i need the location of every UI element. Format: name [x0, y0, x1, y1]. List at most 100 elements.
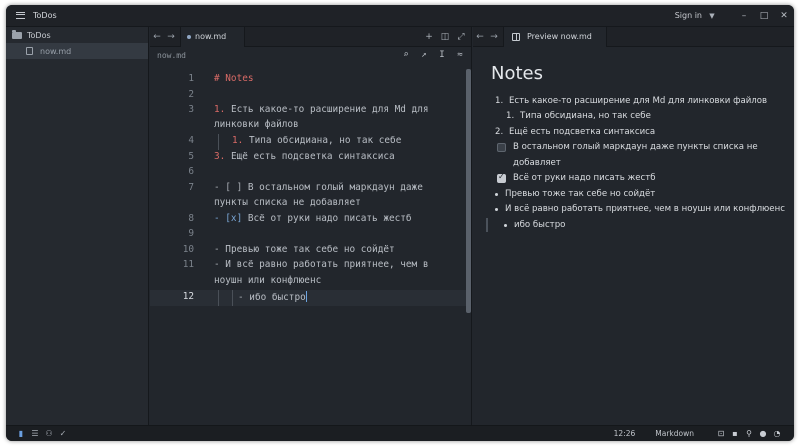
status-language[interactable]: Markdown: [655, 429, 694, 438]
bullet-icon: [504, 224, 507, 227]
line-number: 6: [188, 166, 194, 177]
file-path: now.md: [157, 50, 186, 60]
back-arrow-icon[interactable]: ←: [473, 32, 487, 42]
status-bar: ▮ ☰ ⚇ ✓ 12:26 Markdown ⊡ ▪ ⚲ ● ◔: [6, 425, 794, 441]
line-number: 1: [188, 73, 194, 84]
chevron-down-icon[interactable]: ▼: [706, 12, 718, 20]
expand-icon[interactable]: ⤢: [453, 32, 469, 42]
minimize-icon[interactable]: –: [734, 5, 754, 27]
preview-task-item: В остальном голый маркдаун даже пункты с…: [513, 142, 758, 152]
window-title: ToDos: [33, 11, 57, 20]
preview-task-item: Всё от руки надо писать жестб: [513, 173, 656, 183]
preview-bullet-item: И всё равно работать приятнее, чем в ноу…: [505, 204, 785, 214]
line-number: 4: [188, 135, 194, 146]
sidebar-folder-label: ToDos: [27, 30, 51, 40]
list-text: Типа обсидиана, но так себе: [243, 135, 402, 146]
users-icon[interactable]: ⚇: [42, 429, 56, 438]
bullet-icon: [495, 208, 498, 211]
task-checkbox-unchecked[interactable]: [497, 143, 506, 152]
book-open-icon: [512, 32, 520, 41]
close-icon[interactable]: ✕: [774, 5, 794, 27]
task-marker: - [ ]: [214, 182, 243, 193]
task-text: Всё от руки надо писать жестб: [242, 213, 412, 224]
current-line-highlight: [150, 290, 468, 306]
chat-icon[interactable]: ●: [756, 429, 770, 438]
sidebar-item-now-md[interactable]: now.md: [6, 43, 148, 59]
line-number: 10: [182, 244, 194, 255]
file-icon: [26, 47, 33, 55]
line-number: 3: [188, 104, 194, 115]
terminal-icon[interactable]: ⊡: [714, 429, 728, 438]
split-view-icon[interactable]: ◫: [437, 32, 453, 42]
tab-label: now.md: [195, 32, 227, 41]
line-number: 2: [188, 89, 194, 100]
open-external-icon[interactable]: ↗: [415, 50, 433, 60]
line-number-active: 12: [182, 291, 194, 302]
preview-tab-bar: ← → Preview now.md: [473, 26, 794, 47]
code-line-7b: пункты списка не добавляет: [214, 197, 361, 208]
text-cursor: [305, 291, 307, 302]
preview-list-item: Есть какое-то расширение для Md для линк…: [509, 96, 768, 106]
list-number: 1.: [214, 104, 226, 115]
indent-bar: [486, 218, 488, 232]
back-arrow-icon[interactable]: ←: [150, 32, 164, 42]
code-line-10: - Превью тоже так себе но сойдёт: [214, 244, 395, 255]
list-number: 1.: [232, 135, 244, 146]
editor-scrollbar[interactable]: [466, 69, 471, 313]
maximize-icon[interactable]: □: [754, 5, 774, 27]
indent-guide: [218, 134, 219, 150]
bullet-text: Превью тоже так себе но сойдёт: [219, 244, 395, 255]
editor-pane: ← → now.md + ◫ ⤢ now.md ⌕ ↗ I ≈ 1 2 3 4 …: [150, 26, 472, 425]
antenna-icon[interactable]: ⚲: [742, 429, 756, 438]
modified-dot-icon: [187, 34, 191, 39]
code-line-4: 1. Типа обсидиана, но так себе: [232, 135, 401, 146]
code-line-11b: ноушн или конфлюенс: [214, 275, 322, 286]
code-line-12: - ибо быстро: [238, 291, 307, 303]
task-text: В остальном голый маркдаун даже: [242, 182, 423, 193]
line-number: 5: [188, 151, 194, 162]
status-time: 12:26: [613, 429, 636, 438]
indent-guide: [218, 290, 219, 306]
line-number: 9: [188, 228, 194, 239]
code-line-7a: - [ ] В остальном голый маркдаун даже: [214, 182, 423, 193]
sidebar-folder-todos[interactable]: ToDos: [6, 27, 148, 43]
check-icon[interactable]: ✓: [56, 429, 70, 438]
sidebar-toggle-icon[interactable]: ▮: [14, 429, 28, 438]
bell-icon[interactable]: ◔: [770, 429, 784, 438]
settings-sliders-icon[interactable]: ≈: [451, 50, 469, 60]
indent-guide: [232, 290, 233, 306]
code-line-3b: линковки файлов: [214, 119, 299, 130]
editor-tab-bar: ← → now.md + ◫ ⤢: [150, 26, 471, 47]
line-number: 11: [182, 259, 194, 270]
tab-preview-now-md[interactable]: Preview now.md: [503, 26, 607, 47]
tab-now-md[interactable]: now.md: [180, 26, 246, 47]
preview-task-item-cont: добавляет: [513, 158, 561, 168]
forward-arrow-icon[interactable]: →: [487, 32, 501, 42]
text-cursor-icon[interactable]: I: [433, 50, 451, 60]
code-line-3a: 1. Есть какое-то расширение для Md для: [214, 104, 429, 115]
search-icon[interactable]: ⌕: [397, 50, 415, 60]
preview-list-item: Ещё есть подсветка синтаксиса: [509, 127, 656, 137]
menu-button[interactable]: [9, 5, 31, 27]
task-marker: - [x]: [214, 213, 243, 224]
code-line-8: - [x] Всё от руки надо писать жестб: [214, 213, 412, 224]
list-number: 3.: [214, 151, 226, 162]
file-path-bar: now.md ⌕ ↗ I ≈: [150, 47, 471, 63]
bullet-text: И всё равно работать приятнее, чем в: [219, 259, 429, 270]
add-tab-icon[interactable]: +: [421, 32, 437, 42]
list-text: Есть какое-то расширение для Md для: [225, 104, 429, 115]
task-checkbox-checked[interactable]: [497, 172, 506, 183]
box-icon[interactable]: ▪: [728, 429, 742, 438]
app-window: ToDos Sign in ▼ – □ ✕ ToDos now.md ← → n…: [6, 5, 794, 441]
hamburger-icon: [15, 12, 25, 19]
list-text: Ещё есть подсветка синтаксиса: [225, 151, 395, 162]
code-line-5: 3. Ещё есть подсветка синтаксиса: [214, 151, 395, 162]
code-line-1: # Notes: [214, 73, 254, 84]
bullet-text: ибо быстро: [243, 292, 306, 303]
bullet-icon: [495, 193, 498, 196]
list-number: 1.: [495, 96, 504, 106]
forward-arrow-icon[interactable]: →: [164, 32, 178, 42]
list-icon[interactable]: ☰: [28, 429, 42, 438]
code-line-11a: - И всё равно работать приятнее, чем в: [214, 259, 429, 270]
sign-in-button[interactable]: Sign in: [675, 11, 702, 20]
